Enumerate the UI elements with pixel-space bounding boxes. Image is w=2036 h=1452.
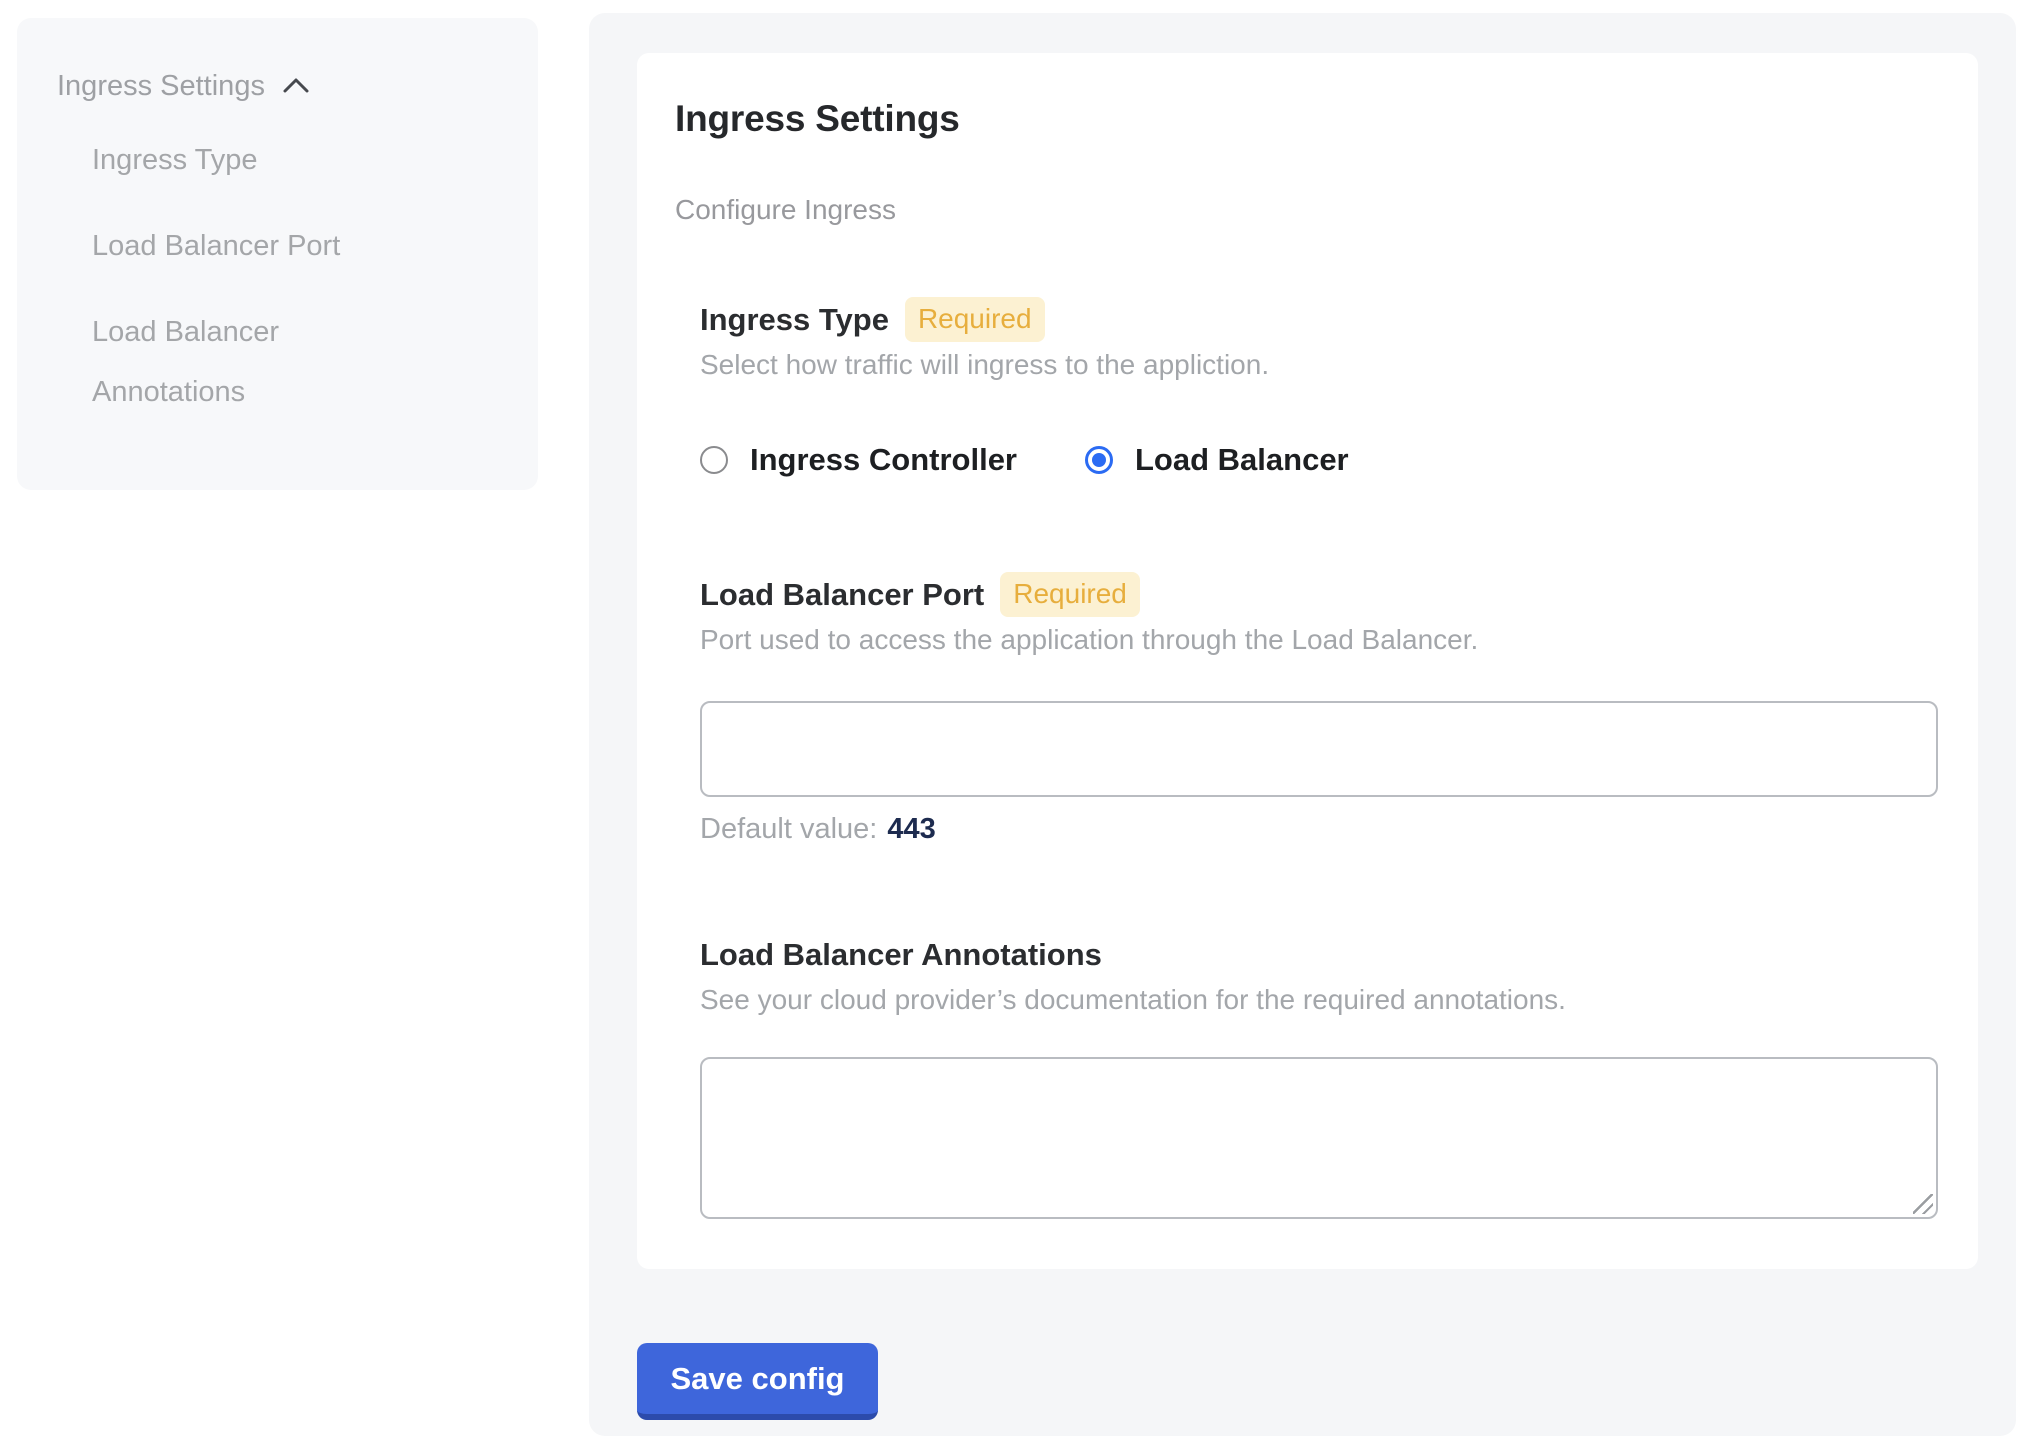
radio-option-ingress-controller[interactable]: Ingress Controller: [700, 442, 1017, 478]
field-load-balancer-annotations: Load Balancer Annotations See your cloud…: [700, 933, 1938, 1219]
radio-ingress-controller-icon[interactable]: [700, 446, 728, 474]
ingress-type-radio-group: Ingress Controller Load Balancer: [700, 440, 1938, 480]
sidebar-items: Ingress Type Load Balancer Port Load Bal…: [57, 130, 508, 422]
settings-panel: Ingress Settings Configure Ingress Ingre…: [589, 13, 2016, 1436]
required-badge: Required: [1000, 572, 1140, 617]
default-value-label: Default value:: [700, 813, 877, 845]
default-value-line: Default value: 443: [700, 811, 1938, 847]
sidebar-item-load-balancer-port[interactable]: Load Balancer Port: [92, 216, 402, 276]
load-balancer-port-input[interactable]: [700, 701, 1938, 797]
field-load-balancer-annotations-label-row: Load Balancer Annotations: [700, 933, 1938, 977]
field-load-balancer-port-description: Port used to access the application thro…: [700, 623, 1938, 657]
settings-nav-sidebar: Ingress Settings Ingress Type Load Balan…: [17, 18, 538, 490]
chevron-up-icon: [281, 73, 311, 99]
page: Ingress Settings Ingress Type Load Balan…: [0, 0, 2036, 1452]
ingress-settings-card: Ingress Settings Configure Ingress Ingre…: [637, 53, 1978, 1269]
required-badge: Required: [905, 297, 1045, 342]
page-title: Ingress Settings: [675, 97, 1938, 141]
radio-dot: [1092, 453, 1106, 467]
radio-option-load-balancer[interactable]: Load Balancer: [1085, 442, 1349, 478]
field-load-balancer-annotations-description: See your cloud provider’s documentation …: [700, 983, 1938, 1017]
field-load-balancer-port-label-row: Load Balancer Port Required: [700, 572, 1938, 617]
radio-load-balancer-icon[interactable]: [1085, 446, 1113, 474]
load-balancer-annotations-textarea-wrap: [700, 1057, 1938, 1219]
radio-label-load-balancer[interactable]: Load Balancer: [1135, 442, 1349, 478]
sidebar-section-toggle[interactable]: Ingress Settings: [57, 64, 508, 108]
field-ingress-type-label-row: Ingress Type Required: [700, 297, 1938, 342]
radio-label-ingress-controller[interactable]: Ingress Controller: [750, 442, 1017, 478]
page-subtitle: Configure Ingress: [675, 193, 1938, 227]
field-ingress-type-description: Select how traffic will ingress to the a…: [700, 348, 1938, 382]
field-load-balancer-port-label: Load Balancer Port: [700, 573, 984, 617]
default-value-number: 443: [887, 813, 935, 845]
sidebar-section-label: Ingress Settings: [57, 64, 265, 108]
field-ingress-type-label: Ingress Type: [700, 298, 889, 342]
textarea-resize-grip-icon[interactable]: [1913, 1194, 1933, 1214]
load-balancer-annotations-textarea[interactable]: [700, 1057, 1938, 1219]
sidebar-item-ingress-type[interactable]: Ingress Type: [92, 130, 402, 190]
field-ingress-type: Ingress Type Required Select how traffic…: [700, 297, 1938, 480]
sidebar-item-load-balancer-annotations[interactable]: Load Balancer Annotations: [92, 302, 402, 422]
field-load-balancer-annotations-label: Load Balancer Annotations: [700, 933, 1102, 977]
save-config-button[interactable]: Save config: [637, 1343, 878, 1420]
field-load-balancer-port: Load Balancer Port Required Port used to…: [700, 572, 1938, 847]
radio-dot: [707, 453, 721, 467]
